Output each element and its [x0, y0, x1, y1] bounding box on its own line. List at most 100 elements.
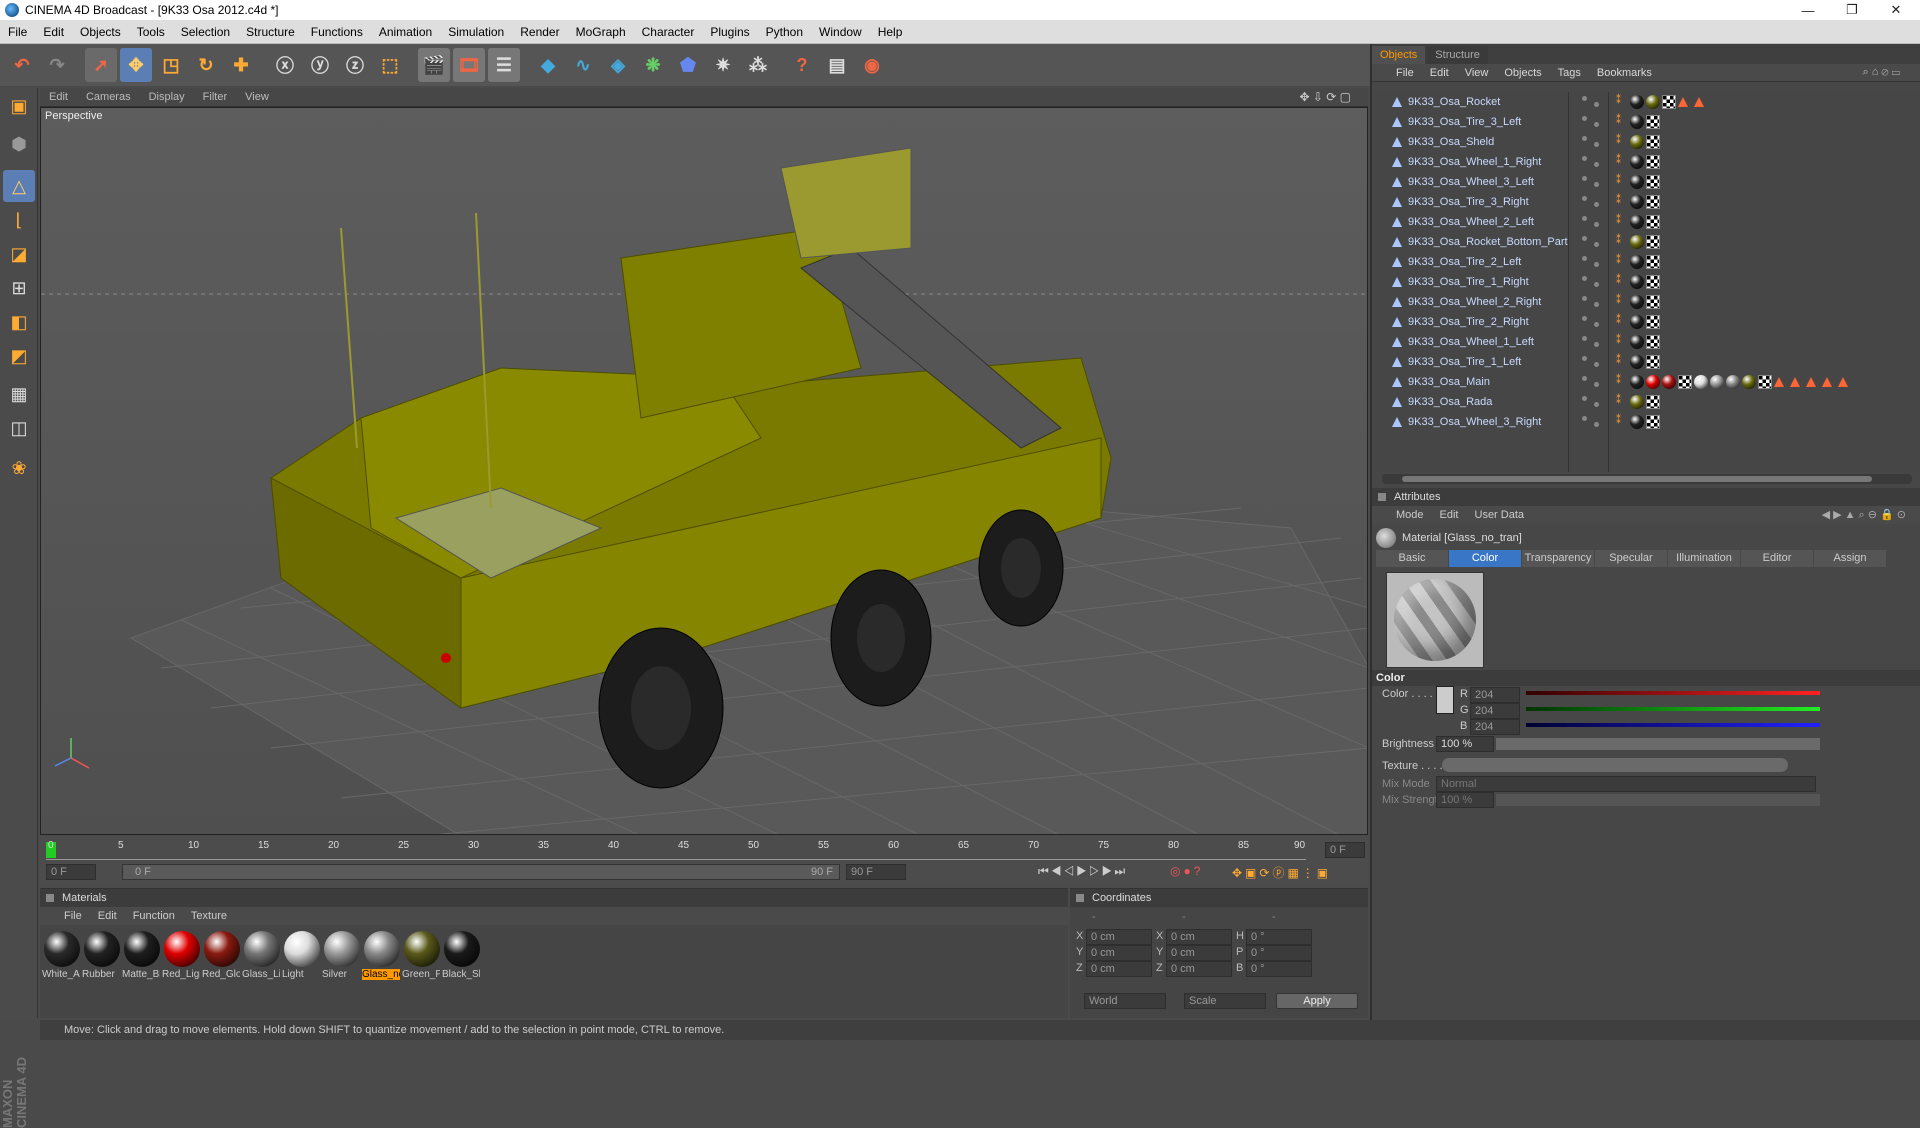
- material-swatch[interactable]: [84, 931, 120, 967]
- color-swatch[interactable]: [1436, 686, 1454, 714]
- materials-menu-function[interactable]: Function: [125, 910, 183, 922]
- menu-structure[interactable]: Structure: [238, 25, 303, 39]
- object-row[interactable]: 9K33_Osa_Tire_2_Left ⁑: [1372, 252, 1920, 272]
- object-row[interactable]: 9K33_Osa_Wheel_3_Right ⁑: [1372, 412, 1920, 432]
- material-swatch[interactable]: [44, 931, 80, 967]
- uvw-tag-icon[interactable]: [1646, 195, 1660, 209]
- scale-tool-icon[interactable]: ◳: [155, 48, 187, 82]
- menu-character[interactable]: Character: [634, 25, 703, 39]
- material-tag-icon[interactable]: [1710, 375, 1724, 389]
- viewport-menu-edit[interactable]: Edit: [40, 91, 77, 103]
- world-dropdown[interactable]: World: [1084, 993, 1166, 1009]
- environment-icon[interactable]: ⁂: [742, 48, 774, 82]
- uvw-tag-icon[interactable]: [1646, 395, 1660, 409]
- tab-objects[interactable]: Objects: [1372, 46, 1426, 64]
- attr-tab-editor[interactable]: Editor: [1741, 550, 1813, 567]
- menu-objects[interactable]: Objects: [72, 25, 129, 39]
- object-row[interactable]: 9K33_Osa_Tire_1_Right ⁑: [1372, 272, 1920, 292]
- selection-tag-icon[interactable]: [1774, 377, 1784, 387]
- render-visibility-dot[interactable]: [1594, 242, 1599, 247]
- material-tag-icon[interactable]: [1630, 95, 1644, 109]
- help-icon[interactable]: ?: [786, 48, 818, 82]
- material-tag-icon[interactable]: [1662, 375, 1676, 389]
- g-value-field[interactable]: 204: [1470, 703, 1520, 719]
- editor-visibility-dot[interactable]: [1582, 376, 1587, 381]
- material-tag-icon[interactable]: [1646, 95, 1660, 109]
- object-row[interactable]: 9K33_Osa_Wheel_1_Left ⁑: [1372, 332, 1920, 352]
- range-slider[interactable]: 0 F 90 F: [122, 864, 840, 880]
- uvw-tag-icon[interactable]: [1646, 135, 1660, 149]
- uvw-tag-icon[interactable]: [1678, 375, 1692, 389]
- render-visibility-dot[interactable]: [1594, 262, 1599, 267]
- x-axis-lock-icon[interactable]: ⓧ: [269, 48, 301, 82]
- attr-tab-assign[interactable]: Assign: [1814, 550, 1886, 567]
- uvw-tag-icon[interactable]: [1646, 255, 1660, 269]
- menu-animation[interactable]: Animation: [371, 25, 440, 39]
- editor-visibility-dot[interactable]: [1582, 296, 1587, 301]
- phong-tag-icon[interactable]: ⁑: [1616, 115, 1621, 126]
- render-visibility-dot[interactable]: [1594, 422, 1599, 427]
- menu-python[interactable]: Python: [758, 25, 811, 39]
- editor-visibility-dot[interactable]: [1582, 136, 1587, 141]
- render-visibility-dot[interactable]: [1594, 342, 1599, 347]
- uvw-tag-icon[interactable]: [1646, 275, 1660, 289]
- apply-button[interactable]: Apply: [1276, 993, 1358, 1009]
- render-visibility-dot[interactable]: [1594, 122, 1599, 127]
- tab-structure[interactable]: Structure: [1427, 46, 1488, 64]
- material-tag-icon[interactable]: [1630, 375, 1644, 389]
- r-value-field[interactable]: 204: [1470, 687, 1520, 703]
- material-tag-icon[interactable]: [1630, 415, 1644, 429]
- material-tag-icon[interactable]: [1630, 235, 1644, 249]
- object-row[interactable]: 9K33_Osa_Wheel_2_Right ⁑: [1372, 292, 1920, 312]
- uvw-tag-icon[interactable]: [1646, 155, 1660, 169]
- menu-tools[interactable]: Tools: [129, 25, 173, 39]
- make-editable-icon[interactable]: ▣: [3, 90, 35, 122]
- material-tag-icon[interactable]: [1630, 355, 1644, 369]
- render-visibility-dot[interactable]: [1594, 362, 1599, 367]
- objects-horizontal-scrollbar[interactable]: [1382, 474, 1912, 484]
- material-swatch[interactable]: [244, 931, 280, 967]
- material-tag-icon[interactable]: [1630, 195, 1644, 209]
- rotate-tool-icon[interactable]: ↻: [190, 48, 222, 82]
- axis-mode-icon[interactable]: ⌊: [3, 204, 35, 236]
- phong-tag-icon[interactable]: ⁑: [1616, 155, 1621, 166]
- render-visibility-dot[interactable]: [1594, 222, 1599, 227]
- uvw-tag-icon[interactable]: [1646, 315, 1660, 329]
- uvw-tag-icon[interactable]: [1646, 355, 1660, 369]
- brightness-slider[interactable]: [1496, 738, 1820, 750]
- material-swatch[interactable]: [204, 931, 240, 967]
- material-tag-icon[interactable]: [1630, 295, 1644, 309]
- render-visibility-dot[interactable]: [1594, 402, 1599, 407]
- object-row[interactable]: 9K33_Osa_Rocket ⁑: [1372, 92, 1920, 112]
- material-tag-icon[interactable]: [1630, 155, 1644, 169]
- objects-menu-edit[interactable]: Edit: [1422, 67, 1457, 79]
- y-axis-lock-icon[interactable]: ⓨ: [304, 48, 336, 82]
- edges-mode-icon[interactable]: ◧: [3, 306, 35, 338]
- objects-menu-bookmarks[interactable]: Bookmarks: [1589, 67, 1660, 79]
- material-tag-icon[interactable]: [1630, 275, 1644, 289]
- material-tag-icon[interactable]: [1630, 175, 1644, 189]
- uvw-tag-icon[interactable]: [1758, 375, 1772, 389]
- coord-rot-field[interactable]: 0 °: [1246, 961, 1312, 977]
- materials-menu-texture[interactable]: Texture: [183, 910, 235, 922]
- b-slider[interactable]: [1526, 723, 1820, 727]
- material-swatch[interactable]: [284, 931, 320, 967]
- selection-tag-icon[interactable]: [1694, 97, 1704, 107]
- nurbs-icon[interactable]: ◈: [602, 48, 634, 82]
- attr-tab-color[interactable]: Color: [1449, 550, 1521, 567]
- end-frame-field[interactable]: 90 F: [846, 864, 906, 880]
- phong-tag-icon[interactable]: ⁑: [1616, 335, 1621, 346]
- render-visibility-dot[interactable]: [1594, 302, 1599, 307]
- object-row[interactable]: 9K33_Osa_Wheel_2_Left ⁑: [1372, 212, 1920, 232]
- coord-x-field[interactable]: 0 cm: [1086, 945, 1152, 961]
- phong-tag-icon[interactable]: ⁑: [1616, 375, 1621, 386]
- uvw-tag-icon[interactable]: [1646, 335, 1660, 349]
- redo-icon[interactable]: ↷: [41, 48, 73, 82]
- objects-search-icon[interactable]: ⌕ ⌂ ⊘ ▭: [1854, 66, 1908, 79]
- attr-tab-illumination[interactable]: Illumination: [1668, 550, 1740, 567]
- materials-menu-edit[interactable]: Edit: [90, 910, 125, 922]
- coordinate-system-icon[interactable]: ⬚: [374, 48, 406, 82]
- material-tag-icon[interactable]: [1630, 135, 1644, 149]
- attributes-menu-user-data[interactable]: User Data: [1467, 509, 1533, 521]
- brightness-field[interactable]: 100 %: [1436, 736, 1494, 752]
